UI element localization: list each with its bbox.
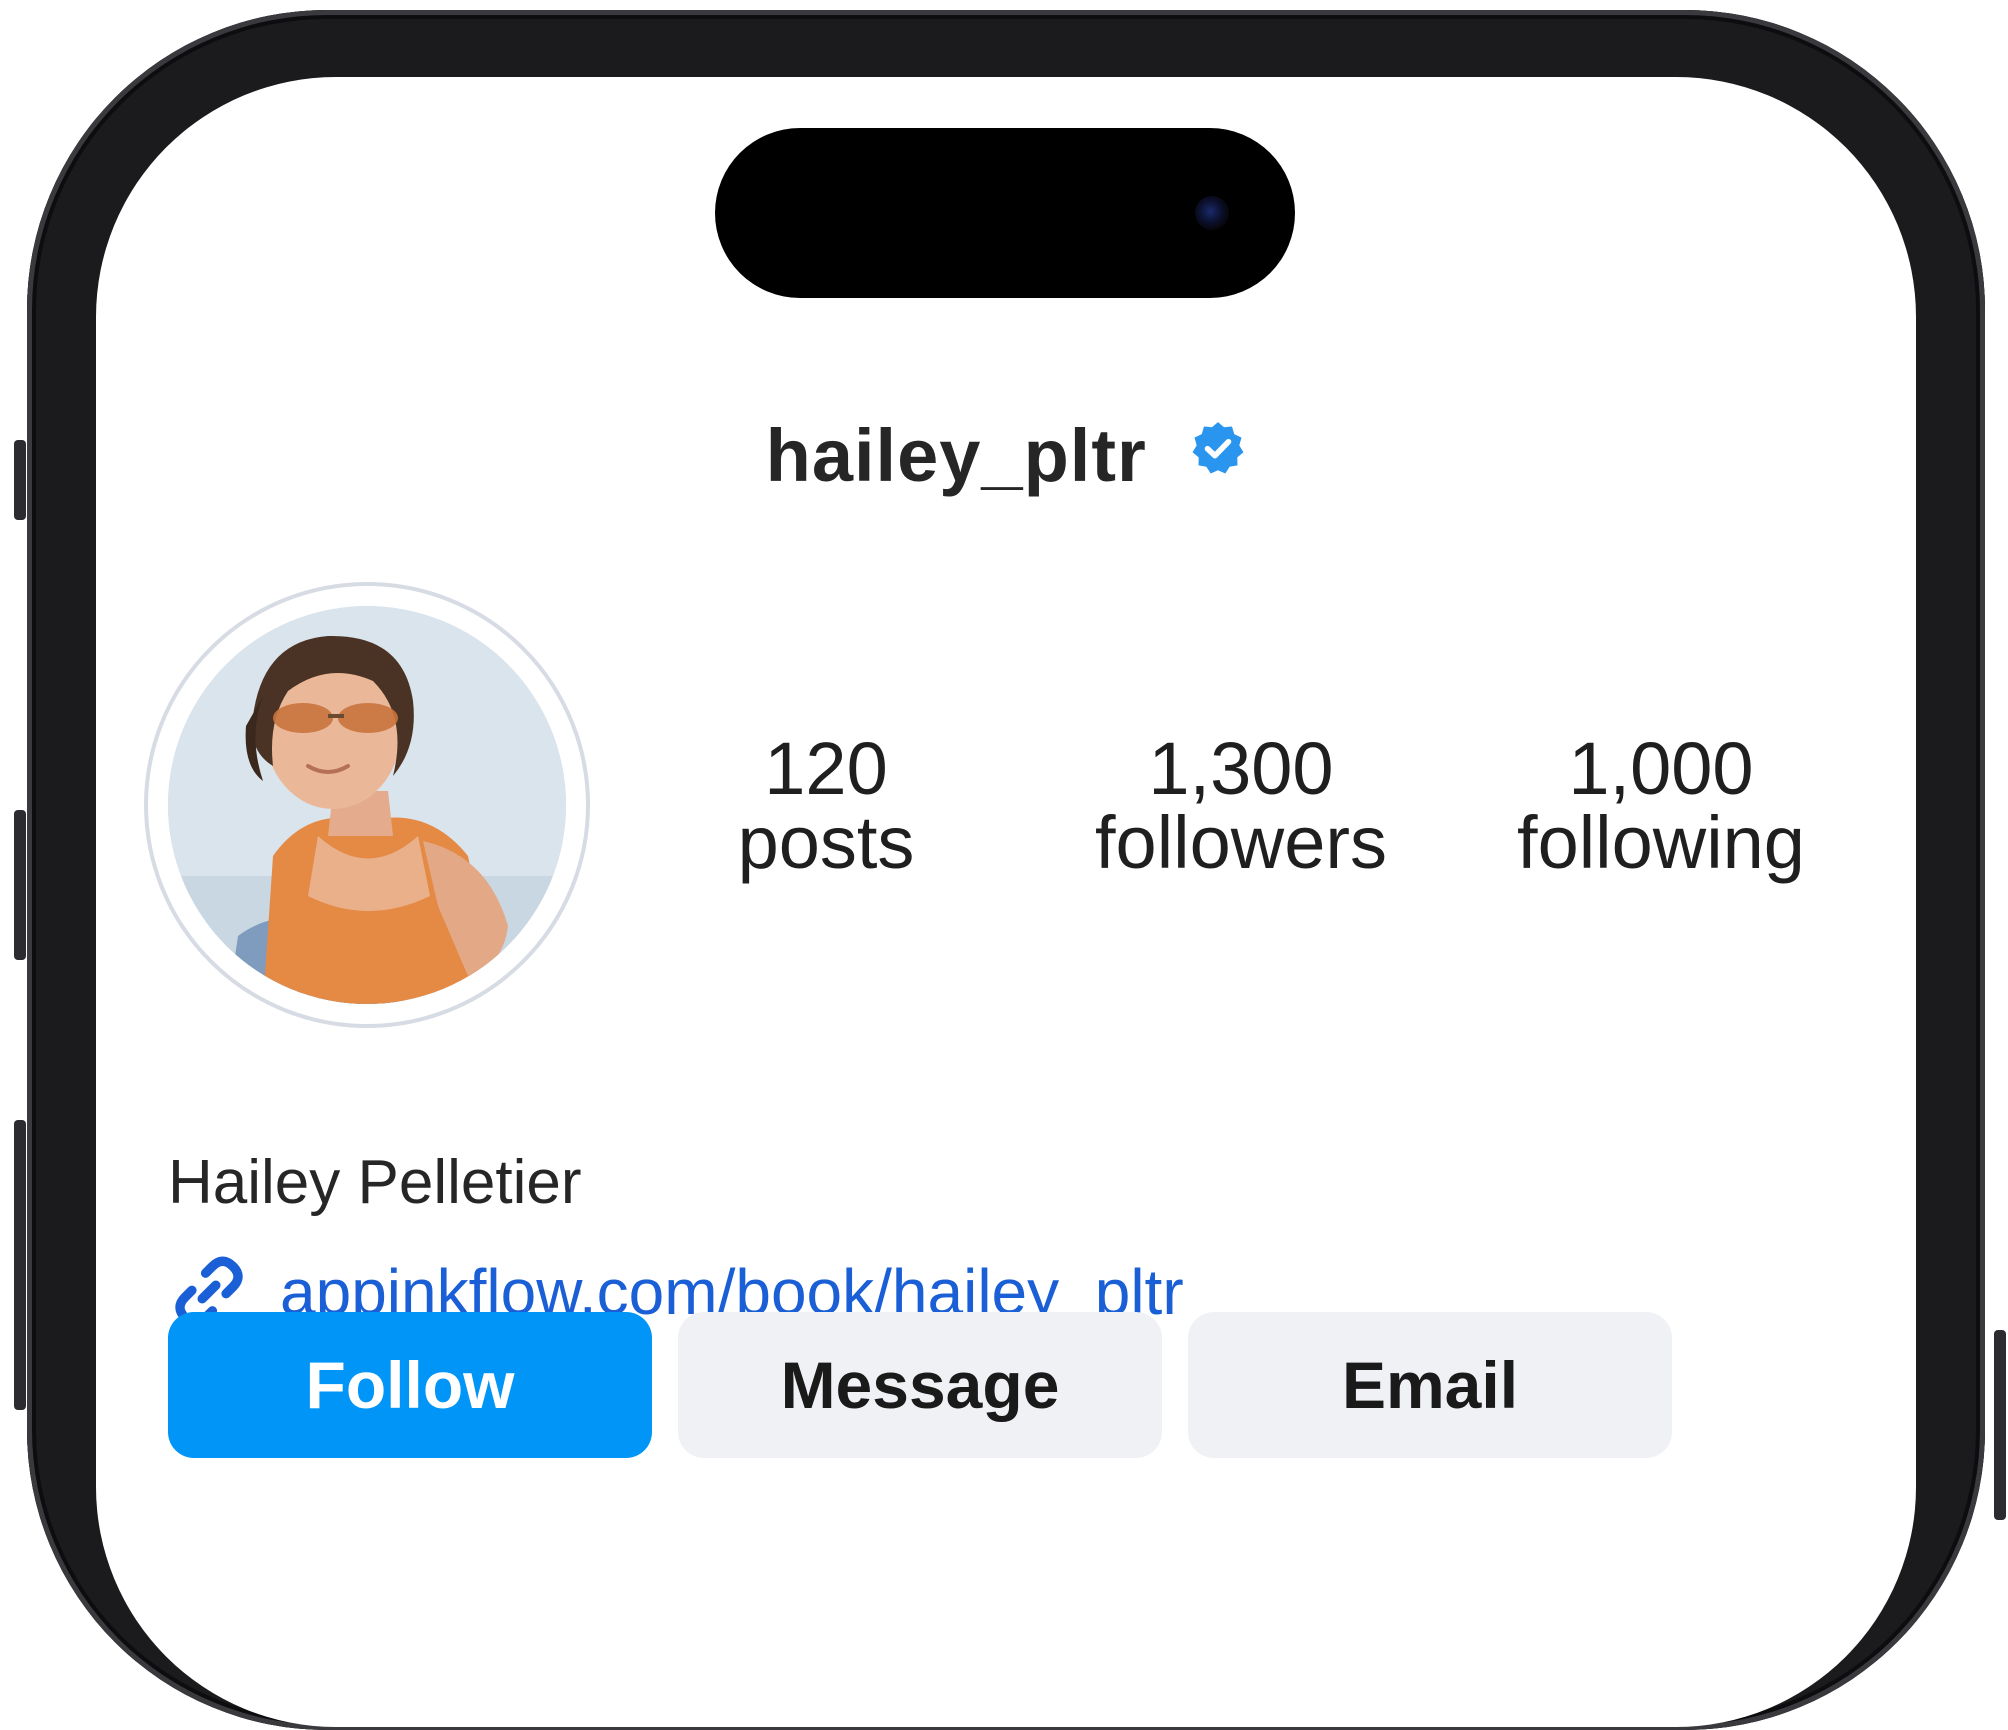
camera-icon [1195,196,1229,230]
side-button-volume-up [14,810,26,960]
stat-followers-count: 1,300 [1148,727,1334,810]
username: hailey_pltr [765,413,1147,497]
profile-header: hailey_pltr [96,407,1916,498]
email-button[interactable]: Email [1188,1312,1672,1458]
side-button-action [14,440,26,520]
stat-posts-label: posts [737,801,915,884]
stat-followers[interactable]: 1,300 followers [1086,732,1396,880]
message-button[interactable]: Message [678,1312,1162,1458]
dynamic-island [715,128,1295,298]
side-button-volume-down [14,1120,26,1410]
phone-screen: hailey_pltr 120 posts 1,300 followers 1,… [96,77,1916,1727]
side-button-power [1994,1330,2006,1520]
stat-following-label: following [1517,801,1805,884]
stat-following-count: 1,000 [1568,727,1754,810]
stat-posts[interactable]: 120 posts [716,732,936,880]
stat-following[interactable]: 1,000 following [1511,732,1811,880]
profile-stats: 120 posts 1,300 followers 1,000 followin… [96,732,1916,902]
follow-button[interactable]: Follow [168,1312,652,1458]
stat-posts-count: 120 [764,727,888,810]
full-name: Hailey Pelletier [168,1148,582,1217]
verified-badge-icon [1192,422,1244,474]
stat-followers-label: followers [1095,801,1387,884]
